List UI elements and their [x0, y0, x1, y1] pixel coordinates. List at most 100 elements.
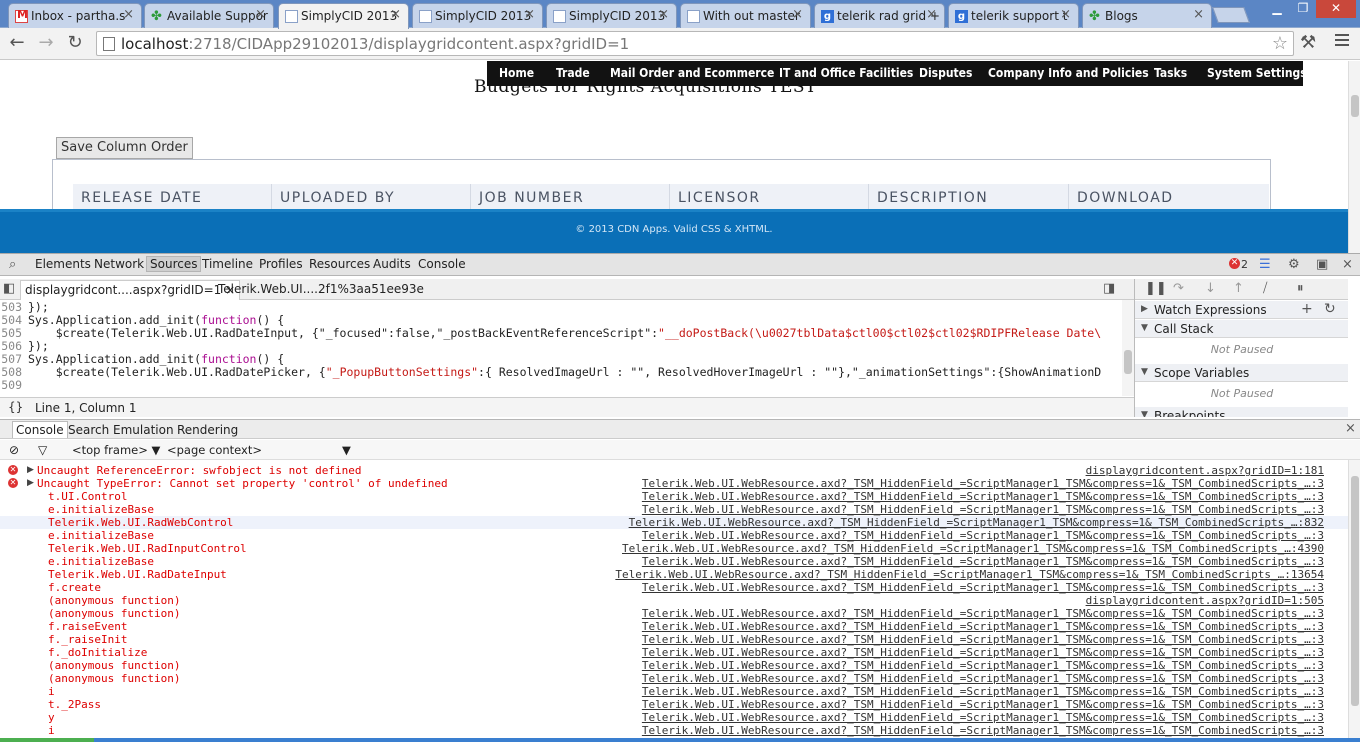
code-editor[interactable]: 503}); 504 Sys.Application.add_init(funct…: [0, 300, 1122, 396]
error-icon[interactable]: ✕: [1229, 258, 1240, 269]
refresh-icon[interactable]: ↻: [1324, 301, 1336, 317]
tab-profiles[interactable]: Profiles: [259, 257, 303, 271]
clear-console-icon[interactable]: ⊘: [9, 443, 19, 457]
source-link[interactable]: displaygridcontent.aspx?gridID=1:505: [1086, 594, 1324, 607]
close-drawer-icon[interactable]: ×: [1345, 421, 1356, 436]
code-vertical-scrollbar[interactable]: [1122, 300, 1134, 396]
source-link[interactable]: Telerik.Web.UI.WebResource.axd?_TSM_Hidd…: [642, 633, 1324, 646]
pretty-print-icon[interactable]: {}: [8, 400, 23, 414]
source-link[interactable]: Telerik.Web.UI.WebResource.axd?_TSM_Hidd…: [642, 698, 1324, 711]
source-link[interactable]: Telerik.Web.UI.WebResource.axd?_TSM_Hidd…: [642, 503, 1324, 516]
reload-icon[interactable]: ↻: [64, 32, 86, 54]
pause-icon[interactable]: ❚❚: [1145, 281, 1167, 296]
column-header-release-date[interactable]: RELEASE DATE: [81, 190, 202, 206]
stack-frame-row[interactable]: f.create Telerik.Web.UI.WebResource.axd?_…: [0, 581, 1348, 594]
stack-frame-row[interactable]: f._raiseInit Telerik.Web.UI.WebResource.a…: [0, 633, 1348, 646]
close-window-icon[interactable]: ✕: [1316, 0, 1356, 18]
close-icon[interactable]: ×: [1060, 7, 1071, 22]
dock-icon[interactable]: ▣: [1316, 257, 1328, 272]
forward-icon[interactable]: →: [35, 32, 57, 54]
bookmark-star-icon[interactable]: ☆: [1272, 33, 1288, 54]
browser-tab-active[interactable]: SimplyCID 2013 ×: [278, 3, 409, 29]
source-link[interactable]: Telerik.Web.UI.WebResource.axd?_TSM_Hidd…: [642, 555, 1324, 568]
column-header-description[interactable]: DESCRIPTION: [877, 190, 988, 206]
scrollbar-thumb[interactable]: [1351, 95, 1359, 117]
nav-home[interactable]: Home: [499, 66, 534, 80]
source-link[interactable]: Telerik.Web.UI.WebResource.axd?_TSM_Hidd…: [642, 646, 1324, 659]
breakpoints-section[interactable]: ▼ Breakpoints: [1135, 407, 1348, 417]
expand-icon[interactable]: ▶: [27, 477, 34, 490]
browser-tab[interactable]: With out master ×: [680, 3, 811, 28]
console-error-row[interactable]: ✕ ▶ Uncaught ReferenceError: swfobject is …: [0, 464, 1348, 477]
source-link[interactable]: Telerik.Web.UI.WebResource.axd?_TSM_Hidd…: [622, 542, 1324, 555]
source-link[interactable]: Telerik.Web.UI.WebResource.axd?_TSM_Hidd…: [642, 581, 1324, 594]
save-column-order-button[interactable]: Save Column Order: [56, 137, 193, 159]
close-icon[interactable]: ×: [524, 7, 535, 22]
close-devtools-icon[interactable]: ×: [1342, 257, 1353, 272]
stack-frame-row[interactable]: e.initializeBase Telerik.Web.UI.WebResour…: [0, 555, 1348, 568]
scope-variables-section[interactable]: ▼ Scope Variables: [1135, 364, 1348, 382]
tab-console[interactable]: Console: [418, 257, 466, 271]
extension-icon[interactable]: ⚒: [1300, 32, 1316, 53]
close-icon[interactable]: ×: [123, 7, 134, 22]
browser-tab[interactable]: g telerik rad grid + ×: [814, 3, 945, 28]
source-link[interactable]: Telerik.Web.UI.WebResource.axd?_TSM_Hidd…: [642, 490, 1324, 503]
source-link[interactable]: Telerik.Web.UI.WebResource.axd?_TSM_Hidd…: [642, 529, 1324, 542]
stack-frame-row[interactable]: i Telerik.Web.UI.WebResource.axd?_TSM_Hid…: [0, 724, 1348, 737]
nav-it-office[interactable]: IT and Office Facilities: [779, 66, 913, 80]
settings-gear-icon[interactable]: ⚙: [1288, 257, 1300, 272]
stack-frame-row[interactable]: e.initializeBase Telerik.Web.UI.WebResour…: [0, 529, 1348, 542]
nav-system-settings[interactable]: System Settings: [1207, 66, 1307, 80]
watch-expressions-section[interactable]: ▶ Watch Expressions + ↻: [1135, 301, 1348, 319]
stack-frame-row[interactable]: i Telerik.Web.UI.WebResource.axd?_TSM_Hid…: [0, 685, 1348, 698]
page-scrollbar[interactable]: [1348, 61, 1360, 253]
maximize-icon[interactable]: ❐: [1290, 0, 1316, 18]
nav-company-info[interactable]: Company Info and Policies: [988, 66, 1149, 80]
source-link[interactable]: Telerik.Web.UI.WebResource.axd?_TSM_Hidd…: [642, 724, 1324, 737]
stack-frame-row[interactable]: Telerik.Web.UI.RadInputControl Telerik.We…: [0, 542, 1348, 555]
source-link[interactable]: Telerik.Web.UI.WebResource.axd?_TSM_Hidd…: [642, 711, 1324, 724]
source-link[interactable]: Telerik.Web.UI.WebResource.axd?_TSM_Hidd…: [629, 516, 1324, 529]
nav-tasks[interactable]: Tasks: [1154, 66, 1187, 80]
column-header-licensor[interactable]: LICENSOR: [678, 190, 761, 206]
source-link[interactable]: Telerik.Web.UI.WebResource.axd?_TSM_Hidd…: [642, 620, 1324, 633]
tab-audits[interactable]: Audits: [373, 257, 411, 271]
column-header-download[interactable]: DOWNLOAD: [1077, 190, 1174, 206]
source-link[interactable]: Telerik.Web.UI.WebResource.axd?_TSM_Hidd…: [642, 672, 1324, 685]
source-link[interactable]: Telerik.Web.UI.WebResource.axd?_TSM_Hidd…: [615, 568, 1324, 581]
column-header-uploaded-by[interactable]: UPLOADED BY: [280, 190, 395, 206]
stack-frame-row[interactable]: (anonymous function) Telerik.Web.UI.WebRe…: [0, 659, 1348, 672]
address-bar[interactable]: localhost:2718/CIDApp29102013/displaygri…: [96, 31, 1294, 56]
close-icon[interactable]: ×: [390, 7, 401, 22]
console-error-row[interactable]: ✕ ▶ Uncaught TypeError: Cannot set propert…: [0, 477, 1348, 490]
step-over-icon[interactable]: ↷: [1173, 281, 1184, 296]
close-icon[interactable]: ×: [926, 7, 937, 22]
new-tab-button[interactable]: [1212, 7, 1250, 23]
browser-tab[interactable]: g telerik support t ×: [948, 3, 1079, 28]
tab-elements[interactable]: Elements: [35, 257, 91, 271]
stack-frame-row[interactable]: (anonymous function) displaygridcontent.a…: [0, 594, 1348, 607]
frame-selector[interactable]: <top frame> ▼: [72, 443, 160, 457]
debugger-toggle-icon[interactable]: ◨: [1103, 281, 1115, 296]
stack-frame-row[interactable]: t.UI.Control Telerik.Web.UI.WebResource.a…: [0, 490, 1348, 503]
close-icon[interactable]: ×: [658, 7, 669, 22]
close-icon[interactable]: ×: [255, 7, 266, 22]
pause-on-exceptions-icon[interactable]: ⏸: [1297, 281, 1304, 296]
nav-disputes[interactable]: Disputes: [919, 66, 972, 80]
filter-icon[interactable]: ▽: [38, 443, 47, 457]
nav-mail-order[interactable]: Mail Order and Ecommerce: [610, 66, 774, 80]
source-tab-displaygridcontent[interactable]: displaygridcont....aspx?gridID=1 ×: [20, 280, 241, 300]
stack-frame-row[interactable]: (anonymous function) Telerik.Web.UI.WebRe…: [0, 607, 1348, 620]
step-into-icon[interactable]: ↓: [1205, 281, 1216, 296]
stack-frame-row[interactable]: y Telerik.Web.UI.WebResource.axd?_TSM_Hid…: [0, 711, 1348, 724]
column-header-job-number[interactable]: JOB NUMBER: [479, 190, 584, 206]
navigator-toggle-icon[interactable]: ◧: [3, 281, 15, 296]
source-tab-telerik[interactable]: Telerik.Web.UI....2f1%3aa51ee93e: [218, 282, 424, 296]
address-url[interactable]: localhost:2718/CIDApp29102013/displaygri…: [121, 35, 629, 53]
minimize-icon[interactable]: ▁: [1264, 0, 1290, 18]
back-icon[interactable]: ←: [6, 32, 28, 54]
drawer-tab-search[interactable]: Search: [68, 423, 109, 437]
chevron-down-icon[interactable]: ▼: [342, 443, 351, 457]
tab-resources[interactable]: Resources: [309, 257, 370, 271]
scrollbar-thumb[interactable]: [1124, 350, 1132, 374]
